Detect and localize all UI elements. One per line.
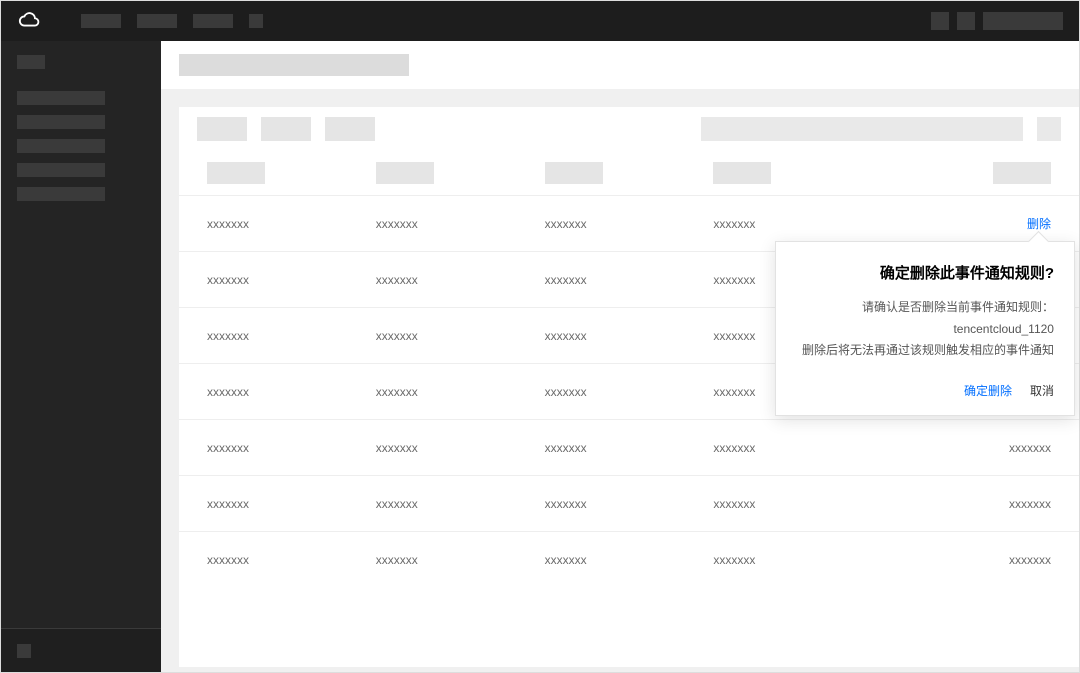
confirm-delete-button[interactable]: 确定删除 [964, 382, 1012, 399]
topbar-user[interactable] [983, 12, 1063, 30]
cell: xxxxxxx [545, 329, 714, 343]
table-row: xxxxxxx xxxxxxx xxxxxxx xxxxxxx xxxxxxx [179, 475, 1079, 531]
sidebar-collapse-icon[interactable] [17, 644, 31, 658]
rules-table: xxxxxxx xxxxxxx xxxxxxx xxxxxxx 删除 确定删除此… [179, 151, 1079, 587]
cell: xxxxxxx [545, 441, 714, 455]
toolbar-icon[interactable] [1037, 117, 1061, 141]
cell: xxxxxxx [882, 497, 1051, 511]
column-header [713, 162, 771, 184]
nav-item[interactable] [249, 14, 263, 28]
cell: xxxxxxx [376, 441, 545, 455]
sidebar-heading [17, 55, 45, 69]
topbar-icon[interactable] [957, 12, 975, 30]
top-nav [1, 1, 1079, 41]
column-header [207, 162, 265, 184]
cell: xxxxxxx [376, 553, 545, 567]
sidebar-item[interactable] [17, 91, 105, 105]
sidebar-item[interactable] [17, 163, 105, 177]
table-header-row [179, 151, 1079, 195]
table-row: xxxxxxx xxxxxxx xxxxxxx xxxxxxx 删除 确定删除此… [179, 195, 1079, 251]
sidebar [1, 41, 161, 672]
cell: xxxxxxx [713, 217, 882, 231]
content-panel: xxxxxxx xxxxxxx xxxxxxx xxxxxxx 删除 确定删除此… [179, 107, 1079, 667]
cell: xxxxxxx [545, 497, 714, 511]
toolbar [179, 107, 1079, 151]
cell: xxxxxxx [376, 497, 545, 511]
cancel-button[interactable]: 取消 [1030, 382, 1054, 399]
cell: xxxxxxx [545, 385, 714, 399]
cell: xxxxxxx [545, 217, 714, 231]
toolbar-button[interactable] [261, 117, 311, 141]
popover-body-line: 请确认是否删除当前事件通知规则：tencentcloud_1120 [796, 297, 1054, 340]
cell: xxxxxxx [207, 273, 376, 287]
column-header [993, 162, 1051, 184]
sidebar-item[interactable] [17, 139, 105, 153]
cell: xxxxxxx [713, 553, 882, 567]
cell: xxxxxxx [882, 553, 1051, 567]
topbar-icon[interactable] [931, 12, 949, 30]
column-header [376, 162, 434, 184]
cell: xxxxxxx [207, 553, 376, 567]
cell: xxxxxxx [376, 329, 545, 343]
cell: xxxxxxx [376, 273, 545, 287]
nav-item[interactable] [193, 14, 233, 28]
cloud-logo-icon[interactable] [17, 9, 41, 33]
sidebar-footer [1, 628, 161, 672]
cell: xxxxxxx [207, 217, 376, 231]
cell: xxxxxxx [376, 385, 545, 399]
cell: xxxxxxx [713, 497, 882, 511]
cell: xxxxxxx [207, 441, 376, 455]
main-area: xxxxxxx xxxxxxx xxxxxxx xxxxxxx 删除 确定删除此… [161, 41, 1079, 672]
table-row: xxxxxxx xxxxxxx xxxxxxx xxxxxxx xxxxxxx [179, 419, 1079, 475]
nav-item[interactable] [137, 14, 177, 28]
cell: xxxxxxx [545, 553, 714, 567]
delete-link[interactable]: 删除 [1027, 217, 1051, 231]
toolbar-button[interactable] [197, 117, 247, 141]
sidebar-item[interactable] [17, 115, 105, 129]
popover-title: 确定删除此事件通知规则? [796, 262, 1054, 283]
toolbar-button[interactable] [325, 117, 375, 141]
nav-item[interactable] [81, 14, 121, 28]
cell: xxxxxxx [207, 497, 376, 511]
cell: xxxxxxx [713, 441, 882, 455]
search-input[interactable] [701, 117, 1023, 141]
page-title [179, 54, 409, 76]
sidebar-item[interactable] [17, 187, 105, 201]
cell: xxxxxxx [207, 385, 376, 399]
confirm-delete-popover: 确定删除此事件通知规则? 请确认是否删除当前事件通知规则：tencentclou… [775, 241, 1075, 416]
cell: xxxxxxx [545, 273, 714, 287]
table-row: xxxxxxx xxxxxxx xxxxxxx xxxxxxx xxxxxxx [179, 531, 1079, 587]
popover-body-line: 删除后将无法再通过该规则触发相应的事件通知 [796, 340, 1054, 362]
page-header [161, 41, 1079, 89]
cell: xxxxxxx [882, 441, 1051, 455]
cell: xxxxxxx [207, 329, 376, 343]
cell: xxxxxxx [376, 217, 545, 231]
column-header [545, 162, 603, 184]
